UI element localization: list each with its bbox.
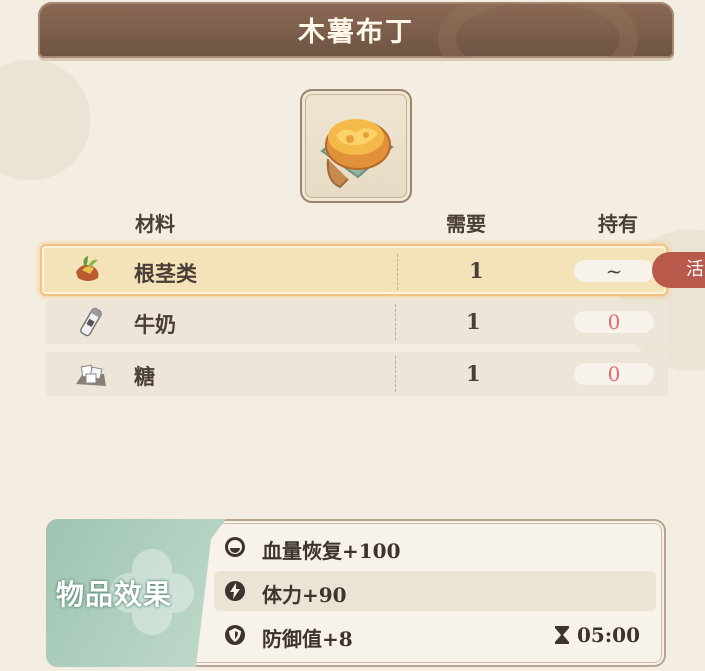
row-divider [395, 356, 396, 392]
item-effect-panel: 物品效果 血量恢复+100 体力+90 防御值+8 05:00 [46, 519, 666, 667]
heal-icon [225, 537, 245, 557]
col-have-header: 持有 [598, 212, 638, 236]
ingredient-have: 0 [574, 363, 654, 385]
side-tab[interactable]: 活 [652, 252, 705, 288]
shield-icon [225, 625, 245, 645]
milk-bottle-icon [80, 307, 102, 337]
root-vegetable-icon [76, 256, 99, 281]
row-divider [397, 254, 398, 290]
row-divider [395, 304, 396, 340]
ingredient-row[interactable]: 牛奶 1 0 [46, 300, 668, 344]
ingredient-need: 1 [466, 361, 481, 386]
pudding-dish-icon [320, 119, 394, 189]
hourglass-icon [554, 626, 569, 644]
effect-row-hp: 血量恢复+100 [214, 527, 656, 567]
stamina-icon [225, 581, 245, 601]
effect-text: 防御值+8 [262, 627, 353, 651]
ingredient-have: ~ [574, 260, 654, 282]
effect-text: 体力+90 [262, 583, 347, 607]
effect-title: 物品效果 [56, 578, 173, 611]
col-need-header: 需要 [446, 212, 486, 236]
sugar-icon [76, 364, 106, 386]
duration-text: 05:00 [576, 623, 640, 647]
effect-text: 血量恢复+100 [262, 539, 401, 563]
ingredient-name: 牛奶 [134, 312, 176, 337]
ingredient-have: 0 [574, 311, 654, 333]
ingredient-need: 1 [466, 309, 481, 334]
ingredient-need: 1 [469, 258, 484, 283]
ingredient-name: 糖 [134, 364, 155, 389]
effect-row-stamina: 体力+90 [214, 571, 656, 611]
col-material-header: 材料 [135, 212, 175, 236]
ingredient-row[interactable]: 糖 1 0 [46, 352, 668, 396]
dish-image-frame [300, 89, 412, 203]
duration-timer: 05:00 [554, 623, 640, 647]
effect-row-defense: 防御值+8 05:00 [214, 615, 656, 655]
title-bar: 木薯布丁 [38, 2, 674, 58]
ingredient-row-selected[interactable]: 根茎类 1 ~ [40, 244, 668, 296]
dish-title: 木薯布丁 [298, 17, 414, 48]
ingredient-name: 根茎类 [134, 261, 197, 286]
